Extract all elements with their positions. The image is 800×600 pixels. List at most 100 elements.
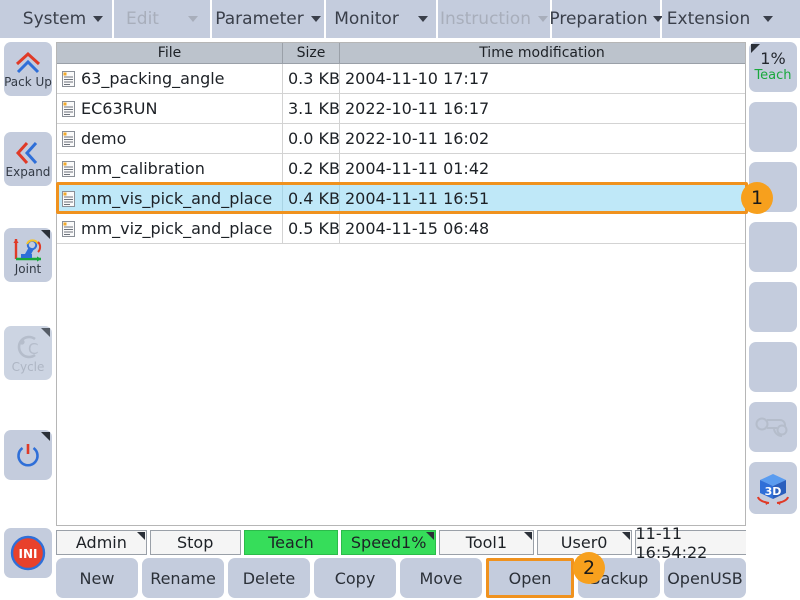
speed-mode-indicator[interactable]: 1% Teach [749, 42, 797, 92]
cell-file-size: 0.4 KB [283, 184, 340, 213]
file-document-icon [62, 100, 75, 117]
sidebar-item-ini[interactable]: INI [4, 528, 52, 578]
status-datetime: 11-11 16:54:22 [634, 524, 746, 562]
menu-label-edit: Edit [126, 9, 159, 29]
sidebar-item-pack-up[interactable]: Pack Up [4, 42, 52, 96]
chevron-down-icon [93, 16, 104, 22]
menu-label-system: System [22, 9, 87, 29]
cell-file-name: mm_viz_pick_and_place [57, 214, 283, 243]
corner-marker-icon [426, 532, 435, 540]
power-icon [17, 444, 39, 467]
cell-file-name: demo [57, 124, 283, 153]
status-run-state-label: Stop [176, 533, 214, 552]
annotation-badge-1: 1 [741, 182, 773, 214]
status-speed[interactable]: Speed1% [341, 530, 437, 555]
column-header-time-modification[interactable]: Time modification [340, 43, 744, 63]
file-table-header: File Size Time modification [57, 43, 745, 64]
right-panel-blank-5[interactable] [749, 342, 797, 392]
sidebar-item-expand[interactable]: Expand [4, 132, 52, 186]
menu-label-instruction: Instruction [440, 9, 531, 29]
cell-file-size: 0.3 KB [283, 64, 340, 93]
file-name-text: mm_vis_pick_and_place [81, 189, 273, 208]
double-chevron-left-icon [15, 141, 38, 164]
cell-file-time: 2004-11-11 01:42 [345, 159, 490, 178]
corner-marker-icon [41, 230, 50, 239]
right-panel-gripper[interactable] [749, 402, 797, 452]
corner-marker-icon [136, 532, 145, 540]
menu-item-monitor[interactable]: Monitor [326, 0, 438, 38]
menu-label-preparation: Preparation [549, 9, 648, 29]
sidebar-label-expand: Expand [5, 164, 51, 179]
chevron-down-icon [310, 16, 321, 22]
cell-file-name: mm_calibration [57, 154, 283, 183]
cell-file-size: 0.2 KB [283, 154, 340, 183]
table-row[interactable]: EC63RUN 3.1 KB 2022-10-11 16:17 [57, 94, 745, 124]
file-name-text: mm_calibration [81, 159, 205, 178]
file-document-icon [62, 160, 75, 177]
status-bar: Admin Stop Teach Speed1% Tool1 User0 11-… [56, 524, 746, 562]
file-document-icon [62, 190, 75, 207]
file-document-icon [62, 220, 75, 237]
column-header-size[interactable]: Size [283, 43, 340, 63]
delete-button[interactable]: Delete [228, 558, 310, 598]
status-user-coord-label: User0 [560, 533, 608, 552]
status-user-coord[interactable]: User0 [536, 530, 632, 555]
3d-cube-icon: 3D [757, 474, 789, 505]
move-button[interactable]: Move [400, 558, 482, 598]
menu-item-parameter[interactable]: Parameter [212, 0, 326, 38]
left-sidebar: Pack Up Expand Joint C Cycle INI [0, 38, 56, 600]
sidebar-label-joint: Joint [14, 261, 42, 276]
cell-file-name: 63_packing_angle [57, 64, 283, 93]
sidebar-item-cycle[interactable]: C Cycle [4, 326, 52, 380]
sidebar-label-pack-up: Pack Up [4, 74, 52, 89]
status-user-role-label: Admin [75, 533, 127, 552]
new-button[interactable]: New [56, 558, 138, 598]
right-panel-3d-view[interactable]: 3D [749, 462, 797, 514]
cycle-icon: C [17, 335, 38, 358]
open-button[interactable]: Open [486, 558, 574, 598]
copy-button[interactable]: Copy [314, 558, 396, 598]
cell-file-size: 3.1 KB [283, 94, 340, 123]
table-row[interactable]: 63_packing_angle 0.3 KB 2004-11-10 17:17 [57, 64, 745, 94]
corner-marker-icon [523, 532, 532, 540]
cell-file-size: 0.5 KB [283, 214, 340, 243]
sidebar-item-joint[interactable]: Joint [4, 228, 52, 282]
menu-item-system[interactable]: System [14, 0, 114, 38]
chevron-down-icon [187, 16, 198, 22]
status-tool[interactable]: Tool1 [439, 530, 534, 555]
cell-file-name: mm_vis_pick_and_place [57, 184, 283, 213]
column-header-file[interactable]: File [57, 43, 283, 63]
rename-button[interactable]: Rename [142, 558, 224, 598]
chevron-down-icon [538, 16, 548, 22]
right-sidebar: 1% Teach 3D [746, 38, 800, 600]
menu-label-parameter: Parameter [215, 9, 304, 29]
cell-file-size: 0.0 KB [283, 124, 340, 153]
menu-item-preparation[interactable]: Preparation [549, 0, 663, 38]
speed-mode-label: Teach [754, 68, 792, 83]
status-user-role[interactable]: Admin [56, 530, 147, 555]
file-name-text: 63_packing_angle [81, 69, 225, 88]
table-row[interactable]: mm_viz_pick_and_place 0.5 KB 2004-11-15 … [57, 214, 745, 244]
file-name-text: demo [81, 129, 127, 148]
right-panel-blank-4[interactable] [749, 282, 797, 332]
svg-text:3D: 3D [765, 485, 782, 498]
status-datetime-label: 11-11 16:54:22 [635, 523, 708, 562]
menu-label-extension: Extension [666, 9, 751, 29]
status-run-state[interactable]: Stop [149, 530, 241, 555]
menu-item-edit[interactable]: Edit [114, 0, 212, 38]
file-list-table: File Size Time modification 63_packing_a… [56, 42, 746, 526]
menu-item-instruction[interactable]: Instruction [438, 0, 552, 38]
open-usb-button[interactable]: OpenUSB [664, 558, 746, 598]
menu-item-extension[interactable]: Extension [662, 0, 778, 38]
table-row[interactable]: demo 0.0 KB 2022-10-11 16:02 [57, 124, 745, 154]
sidebar-item-power[interactable] [4, 430, 52, 480]
file-name-text: EC63RUN [81, 99, 158, 118]
status-mode[interactable]: Teach [243, 530, 339, 555]
table-row-selected[interactable]: mm_vis_pick_and_place 0.4 KB 2004-11-11 … [57, 184, 745, 214]
cell-file-time: 2004-11-10 17:17 [345, 69, 490, 88]
file-document-icon [62, 70, 75, 87]
right-panel-blank-3[interactable] [749, 222, 797, 272]
right-panel-blank-1[interactable] [749, 102, 797, 152]
gripper-icon [755, 417, 788, 437]
table-row[interactable]: mm_calibration 0.2 KB 2004-11-11 01:42 [57, 154, 745, 184]
